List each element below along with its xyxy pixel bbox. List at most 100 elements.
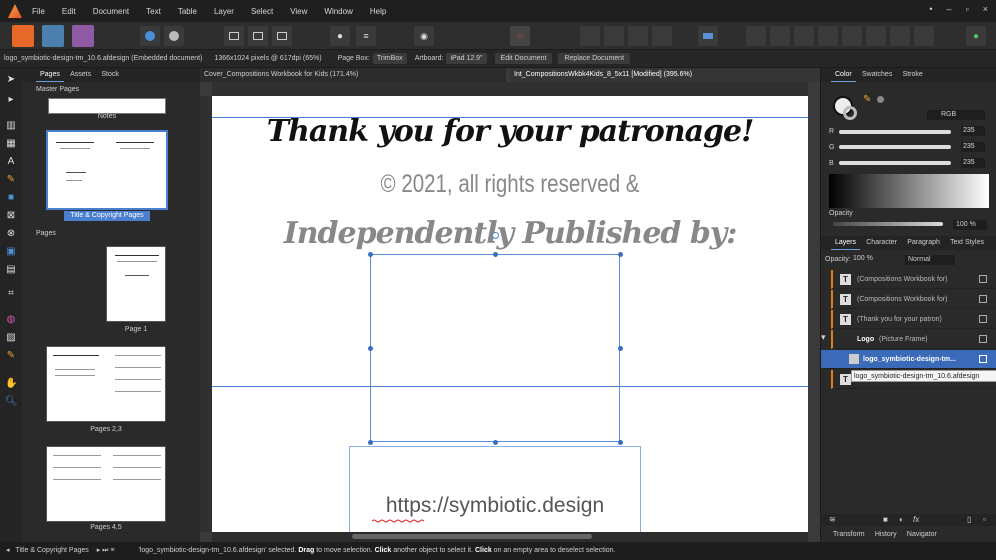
layer-row[interactable]: T (Compositions Workbook for): [831, 290, 996, 309]
menu-edit[interactable]: Edit: [62, 7, 76, 16]
artboard-dropdown[interactable]: iPad 12.9": [446, 53, 487, 64]
swap-colors-icon[interactable]: [877, 96, 884, 103]
replace-document-button[interactable]: Replace Document: [558, 53, 631, 64]
table-icon[interactable]: [272, 26, 292, 46]
tab-layers[interactable]: Layers: [831, 236, 861, 250]
fill-tool-icon[interactable]: ◍: [5, 314, 17, 326]
pages-header[interactable]: Pages: [22, 228, 200, 240]
boolean-subtract-icon[interactable]: [866, 26, 886, 46]
page-nav-icons[interactable]: ▸ ⏭ ≡: [97, 547, 115, 554]
resize-handle[interactable]: [368, 252, 373, 257]
document-page[interactable]: Thank you for your patronage! © 2021, al…: [212, 96, 808, 532]
frame-text-icon[interactable]: [224, 26, 244, 46]
menu-window[interactable]: Window: [324, 7, 352, 16]
hand-tool-icon[interactable]: ✋: [5, 378, 17, 390]
opacity-slider[interactable]: [833, 222, 943, 226]
tab-text-styles[interactable]: Text Styles: [946, 236, 988, 249]
master-title-copyright-thumbnail[interactable]: [46, 130, 168, 210]
snapping-magnet-icon[interactable]: ∩: [510, 26, 530, 46]
horizontal-scrollbar[interactable]: [212, 532, 808, 542]
ellipse-frame-tool-icon[interactable]: ⊗: [5, 228, 17, 240]
boolean-intersect-icon[interactable]: [890, 26, 910, 46]
layer-visibility-checkbox[interactable]: [979, 315, 987, 323]
node-tool-icon[interactable]: ▸: [5, 94, 17, 106]
menu-help[interactable]: Help: [370, 7, 386, 16]
resize-handle[interactable]: [493, 252, 498, 257]
menu-view[interactable]: View: [290, 7, 307, 16]
stroke-color-well[interactable]: [843, 106, 857, 120]
layer-visibility-checkbox[interactable]: [979, 275, 987, 283]
arrange-backward-icon[interactable]: [604, 26, 624, 46]
pages-2-3-thumbnail[interactable]: [46, 346, 166, 422]
picture-frame-tool-icon[interactable]: ⊠: [5, 210, 17, 222]
r-value-input[interactable]: 235: [961, 126, 985, 136]
master-pages-header[interactable]: Master Pages: [22, 84, 200, 96]
pages-4-5-thumbnail[interactable]: [46, 446, 166, 522]
thank-you-heading[interactable]: Thank you for your patronage!: [212, 114, 808, 149]
menu-text[interactable]: Text: [146, 7, 161, 16]
color-picker-tool-icon[interactable]: ✎: [5, 350, 17, 362]
publisher-persona-icon[interactable]: [12, 25, 34, 47]
close-icon[interactable]: ×: [983, 4, 988, 14]
layer-opacity-value[interactable]: 100 %: [853, 255, 873, 262]
layer-row-logo-frame[interactable]: Logo (Picture Frame): [831, 330, 996, 349]
layer-row[interactable]: T (Compositions Workbook for): [831, 270, 996, 289]
pen-tool-icon[interactable]: ✎: [5, 174, 17, 186]
color-spectrum[interactable]: [829, 174, 989, 208]
published-by-line[interactable]: Independently Published by:: [212, 216, 808, 251]
resize-handle[interactable]: [618, 346, 623, 351]
page-1-thumbnail[interactable]: [106, 246, 166, 322]
layer-visibility-checkbox[interactable]: [979, 355, 987, 363]
settings-dot-icon[interactable]: •: [929, 4, 932, 14]
vector-crop-tool-icon[interactable]: ▤: [5, 264, 17, 276]
edit-document-button[interactable]: Edit Document: [494, 53, 553, 64]
table-tool-icon[interactable]: ▦: [5, 138, 17, 150]
menu-document[interactable]: Document: [93, 7, 129, 16]
eyedropper-icon[interactable]: ✎: [863, 94, 871, 105]
menu-select[interactable]: Select: [251, 7, 273, 16]
layer-visibility-checkbox[interactable]: [979, 295, 987, 303]
tab-navigator[interactable]: Navigator: [903, 528, 941, 541]
menu-layer[interactable]: Layer: [214, 7, 234, 16]
resize-handle[interactable]: [493, 440, 498, 445]
flip-horizontal-icon[interactable]: [746, 26, 766, 46]
preflight-icon[interactable]: [140, 26, 160, 46]
boolean-add-icon[interactable]: [842, 26, 862, 46]
r-slider[interactable]: [839, 130, 951, 134]
flip-vertical-icon[interactable]: [770, 26, 790, 46]
transparency-tool-icon[interactable]: ▨: [5, 332, 17, 344]
website-url-text[interactable]: https://symbiotic.design: [349, 494, 641, 518]
tab-stroke[interactable]: Stroke: [899, 68, 927, 81]
picture-frame-icon[interactable]: [248, 26, 268, 46]
layer-visibility-checkbox[interactable]: [979, 335, 987, 343]
arrange-forward-icon[interactable]: [628, 26, 648, 46]
add-layer-icon[interactable]: ▯: [967, 515, 971, 524]
zoom-tool-icon[interactable]: 🔍︎: [5, 396, 18, 408]
frame-text-tool-icon[interactable]: ▥: [5, 120, 17, 132]
place-image-tool-icon[interactable]: ▣: [5, 246, 17, 258]
copyright-line[interactable]: © 2021, all rights reserved &: [266, 170, 755, 199]
user-account-icon[interactable]: ●: [966, 26, 986, 46]
rotate-right-icon[interactable]: [818, 26, 838, 46]
arrange-front-icon[interactable]: [652, 26, 672, 46]
arrange-back-icon[interactable]: [580, 26, 600, 46]
expand-arrow-icon[interactable]: ▾: [821, 332, 826, 343]
b-slider[interactable]: [839, 161, 951, 165]
designer-persona-icon[interactable]: [72, 25, 94, 47]
mask-icon[interactable]: ■: [883, 515, 888, 524]
horizontal-scroll-thumb[interactable]: [352, 534, 592, 539]
blend-mode-dropdown[interactable]: Normal: [905, 255, 955, 265]
tab-stock[interactable]: Stock: [97, 68, 123, 81]
artistic-text-tool-icon[interactable]: A: [5, 156, 17, 168]
tab-swatches[interactable]: Swatches: [858, 68, 896, 81]
resize-handle[interactable]: [368, 440, 373, 445]
page-box-dropdown[interactable]: TrimBox: [372, 53, 407, 64]
menu-file[interactable]: File: [32, 7, 45, 16]
horizontal-ruler[interactable]: [212, 82, 808, 96]
layer-row-selected[interactable]: logo_symbiotic-design-tm...: [821, 350, 996, 369]
doc-tab-cover[interactable]: Cover_Compositions Workbook for Kids (17…: [200, 68, 506, 82]
rotation-handle[interactable]: [492, 232, 499, 239]
vertical-ruler[interactable]: [200, 96, 212, 532]
align-icon[interactable]: [698, 26, 718, 46]
tab-paragraph[interactable]: Paragraph: [903, 236, 944, 249]
